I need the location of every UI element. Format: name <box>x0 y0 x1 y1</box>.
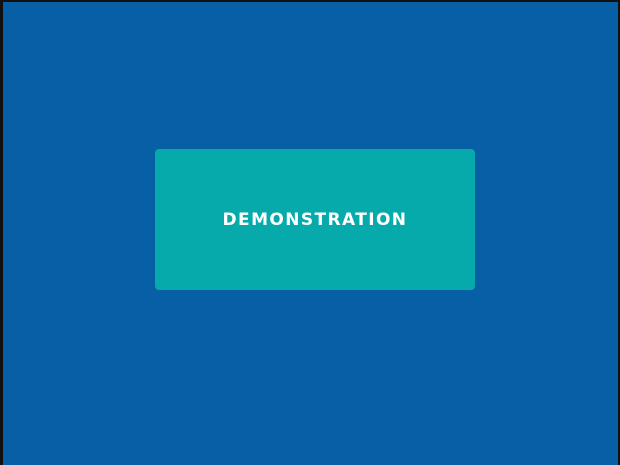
slide-canvas: DEMONSTRATION <box>3 2 618 465</box>
card-title: DEMONSTRATION <box>222 209 408 230</box>
presentation-frame: DEMONSTRATION <box>0 0 620 465</box>
demonstration-card: DEMONSTRATION <box>155 149 475 290</box>
